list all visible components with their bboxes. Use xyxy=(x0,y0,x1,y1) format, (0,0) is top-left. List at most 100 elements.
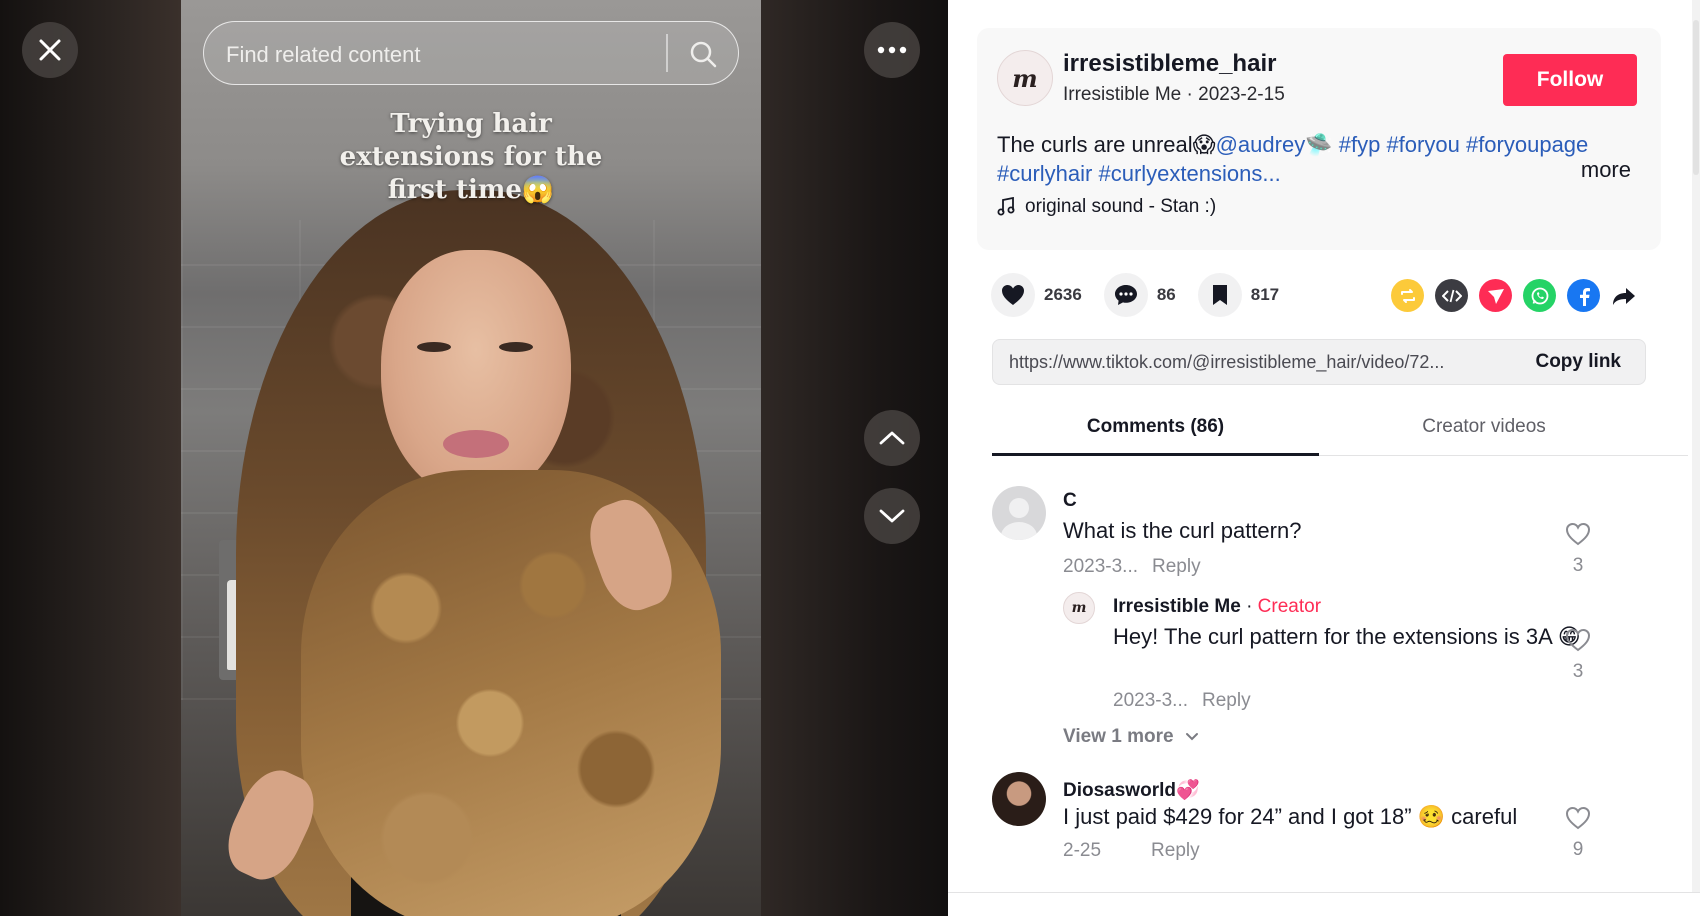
close-icon xyxy=(39,39,61,61)
search-bar[interactable]: Find related content xyxy=(203,21,739,85)
bookmark-icon xyxy=(1212,285,1227,305)
mention-link[interactable]: @audrey🛸 xyxy=(1216,132,1333,157)
sound-link[interactable]: original sound - Stan :) xyxy=(997,196,1216,218)
hashtag-link[interactable]: #curlyhair #curlyextensions... xyxy=(997,161,1281,186)
caption-line: extensions for the xyxy=(339,142,603,172)
comment-date: 2023-3... xyxy=(1063,556,1138,577)
like-count: 2636 xyxy=(1044,285,1082,304)
creator-display-name: Irresistible Me xyxy=(1063,84,1182,105)
face-image xyxy=(381,250,571,500)
view-more-replies-button[interactable]: View 1 more xyxy=(1063,726,1199,748)
view-more-label: View 1 more xyxy=(1063,726,1174,747)
active-tab-indicator xyxy=(992,453,1319,456)
chevron-down-icon xyxy=(1185,733,1198,741)
tab-comments[interactable]: Comments (86) xyxy=(992,416,1319,438)
caption-line: first time😱 xyxy=(387,175,555,205)
brand-logo-icon: m xyxy=(1012,63,1038,93)
viewer-backdrop-right xyxy=(761,0,948,916)
reply-button[interactable]: Reply xyxy=(1202,690,1251,711)
send-icon xyxy=(1487,288,1504,304)
scrollbar[interactable] xyxy=(1692,0,1700,916)
close-button[interactable] xyxy=(22,22,78,78)
hashtag-link[interactable]: #foryoupage xyxy=(1466,132,1588,157)
post-date: 2023-2-15 xyxy=(1198,84,1285,105)
avatar[interactable] xyxy=(992,486,1046,540)
brand-logo-icon: m xyxy=(1071,600,1087,616)
comment-text: I just paid $429 for 24” and I got 18” 🥴… xyxy=(1063,804,1518,829)
facebook-icon xyxy=(1579,287,1590,306)
hashtag-link[interactable]: #foryou xyxy=(1386,132,1459,157)
creator-username[interactable]: irresistibleme_hair xyxy=(1063,50,1276,78)
engagement-stats: 2636 86 817 xyxy=(991,272,1301,318)
video-viewer: Trying hair extensions for the first tim… xyxy=(0,0,948,916)
save-count: 817 xyxy=(1250,285,1280,304)
like-button[interactable]: 2636 xyxy=(991,273,1082,317)
heart-outline-icon xyxy=(1565,628,1591,652)
caption-line: Trying hair xyxy=(390,109,552,139)
comment-meta: 2-25 Reply xyxy=(1063,840,1200,862)
comment-like-button[interactable]: 9 xyxy=(1563,806,1593,861)
search-icon[interactable] xyxy=(687,38,719,70)
heart-icon xyxy=(1002,285,1024,305)
creator-badge: Creator xyxy=(1257,596,1322,617)
comment-button[interactable]: 86 xyxy=(1103,273,1176,317)
next-video-button[interactable] xyxy=(864,488,920,544)
reply-button[interactable]: Reply xyxy=(1152,556,1201,577)
post-info-card: m irresistibleme_hair Irresistible Me · … xyxy=(977,28,1661,250)
video-caption: Trying hair extensions for the first tim… xyxy=(181,108,761,207)
name-separator: · xyxy=(1246,596,1253,617)
share-options xyxy=(1391,279,1637,312)
code-icon xyxy=(1441,289,1462,302)
previous-video-button[interactable] xyxy=(864,410,920,466)
follow-button[interactable]: Follow xyxy=(1503,54,1637,106)
comment-icon xyxy=(1114,285,1137,305)
details-panel: m irresistibleme_hair Irresistible Me · … xyxy=(948,0,1700,916)
comment-like-button[interactable]: 3 xyxy=(1563,522,1593,577)
comment-meta: 2023-3... Reply xyxy=(1113,690,1251,712)
search-input[interactable]: Find related content xyxy=(226,42,420,68)
comment-input-divider xyxy=(948,892,1700,916)
more-options-button[interactable] xyxy=(864,22,920,78)
repost-icon xyxy=(1400,288,1415,303)
comment-like-count: 9 xyxy=(1572,839,1584,860)
search-divider xyxy=(666,34,668,72)
comment-count: 86 xyxy=(1156,285,1176,304)
panel-tabs: Comments (86) Creator videos xyxy=(992,400,1688,456)
share-link-url[interactable]: https://www.tiktok.com/@irresistibleme_h… xyxy=(1009,352,1444,373)
comment-like-count: 3 xyxy=(1572,661,1584,682)
creator-subline: Irresistible Me · 2023-2-15 xyxy=(1063,84,1285,105)
heart-outline-icon xyxy=(1565,806,1591,830)
embed-button[interactable] xyxy=(1435,279,1468,312)
facebook-share-button[interactable] xyxy=(1567,279,1600,312)
creator-avatar[interactable]: m xyxy=(997,50,1053,106)
post-description: The curls are unreal😱@audrey🛸 #fyp #fory… xyxy=(997,130,1637,188)
scrollbar-thumb[interactable] xyxy=(1693,20,1699,175)
comment-author[interactable]: Irresistible Me xyxy=(1113,596,1241,617)
comment-date: 2-25 xyxy=(1063,840,1102,861)
music-note-icon xyxy=(997,197,1015,216)
more-button[interactable]: more xyxy=(1581,157,1631,183)
avatar[interactable] xyxy=(992,772,1046,826)
sound-name: original sound - Stan :) xyxy=(1025,196,1217,217)
comment-author[interactable]: Diosasworld💞 xyxy=(1063,778,1200,802)
comment-like-button[interactable]: 3 xyxy=(1563,628,1593,683)
heart-outline-icon xyxy=(1565,522,1591,546)
comment-meta: 2023-3... Reply xyxy=(1063,556,1201,578)
hashtag-link[interactable]: #fyp xyxy=(1339,132,1381,157)
more-share-button[interactable] xyxy=(1611,279,1637,312)
tab-creator-videos[interactable]: Creator videos xyxy=(1319,416,1649,438)
comment-date: 2023-3... xyxy=(1113,690,1188,711)
default-user-icon xyxy=(1001,498,1037,540)
avatar[interactable]: m xyxy=(1063,592,1095,624)
comment-author-row: Irresistible Me · Creator xyxy=(1113,596,1321,618)
chevron-down-icon xyxy=(879,509,905,523)
whatsapp-share-button[interactable] xyxy=(1523,279,1556,312)
reply-button[interactable]: Reply xyxy=(1151,840,1200,861)
ellipsis-icon xyxy=(877,46,907,54)
copy-link-button[interactable]: Copy link xyxy=(1535,351,1621,373)
send-button[interactable] xyxy=(1479,279,1512,312)
bookmark-button[interactable]: 817 xyxy=(1197,273,1280,317)
share-link-box: https://www.tiktok.com/@irresistibleme_h… xyxy=(992,339,1646,385)
repost-button[interactable] xyxy=(1391,279,1424,312)
comment-author[interactable]: C xyxy=(1063,490,1077,512)
